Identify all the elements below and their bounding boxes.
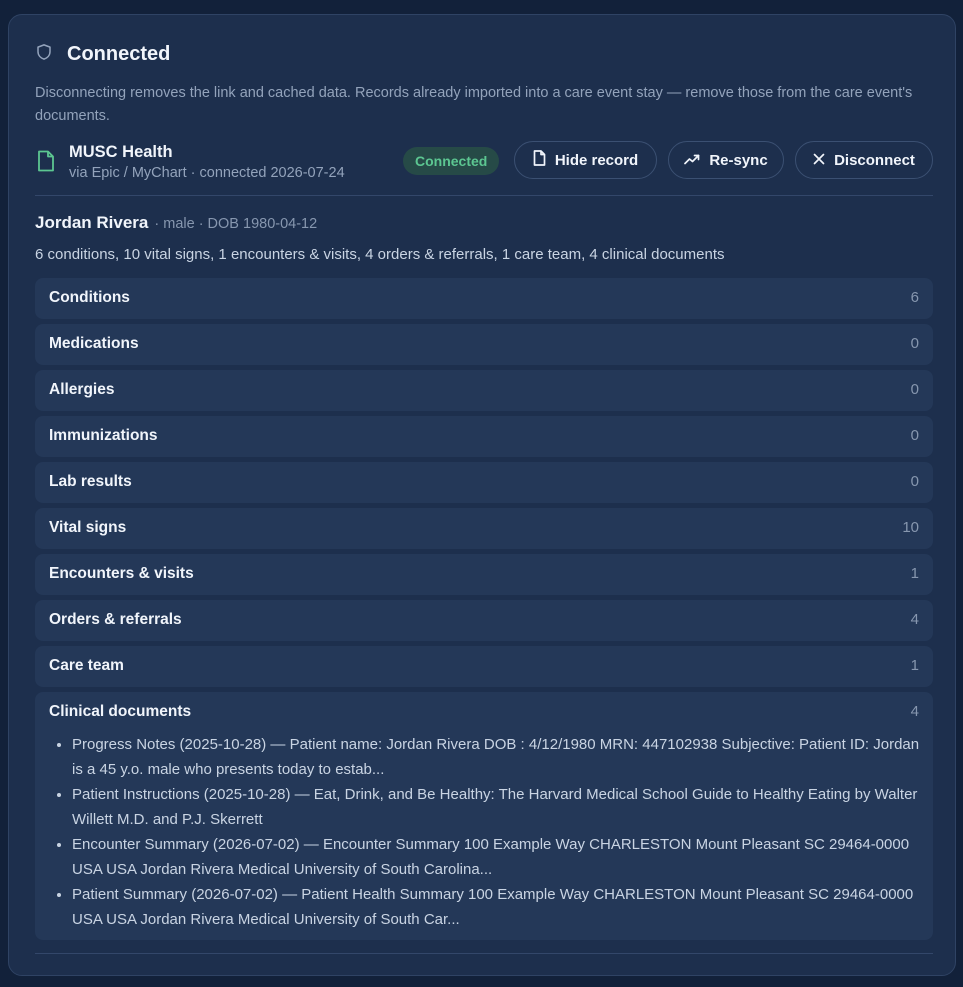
section-vital-signs[interactable]: Vital signs 10 [35, 508, 933, 549]
patient-name: Jordan Rivera [35, 213, 149, 232]
section-count: 10 [902, 519, 919, 536]
section-label: Orders & referrals [49, 611, 182, 628]
patient-row: Jordan Rivera · male · DOB 1980-04-12 [35, 213, 317, 233]
section-count: 1 [910, 657, 919, 674]
section-medications[interactable]: Medications 0 [35, 324, 933, 365]
close-icon [813, 152, 825, 169]
hide-record-label: Hide record [554, 151, 639, 169]
record-summary: 6 conditions, 10 vital signs, 1 encounte… [35, 246, 725, 263]
section-count: 0 [910, 473, 919, 490]
disconnect-button[interactable]: Disconnect [795, 141, 933, 179]
resync-label: Re-sync [709, 151, 768, 169]
source-subtitle: via Epic / MyChart · connected 2026-07-2… [69, 165, 345, 181]
divider [35, 195, 933, 196]
section-label: Medications [49, 335, 139, 352]
list-item: Patient Instructions (2025-10-28) — Eat,… [72, 782, 934, 832]
section-immunizations[interactable]: Immunizations 0 [35, 416, 933, 457]
resync-button[interactable]: Re-sync [668, 141, 784, 179]
divider [35, 953, 933, 954]
section-count: 4 [910, 611, 919, 628]
patient-meta: · male · DOB 1980-04-12 [154, 216, 318, 232]
section-clinical-documents[interactable]: Clinical documents 4 Progress Notes (202… [35, 692, 933, 940]
section-count: 0 [910, 427, 919, 444]
source-row: MUSC Health via Epic / MyChart · connect… [35, 141, 933, 183]
section-count: 0 [910, 335, 919, 352]
section-count: 6 [910, 289, 919, 306]
source-name: MUSC Health [69, 143, 173, 161]
section-allergies[interactable]: Allergies 0 [35, 370, 933, 411]
document-icon [533, 150, 546, 170]
section-label: Vital signs [49, 519, 127, 536]
trend-line-icon [684, 152, 700, 169]
section-count: 4 [910, 703, 919, 720]
clinical-documents-list: Progress Notes (2025-10-28) — Patient na… [49, 732, 934, 932]
list-item: Encounter Summary (2026-07-02) — Encount… [72, 832, 934, 882]
card-title: Connected [67, 43, 171, 65]
section-care-team[interactable]: Care team 1 [35, 646, 933, 687]
section-label: Immunizations [49, 427, 158, 444]
section-count: 0 [910, 381, 919, 398]
section-conditions[interactable]: Conditions 6 [35, 278, 933, 319]
section-count: 1 [910, 565, 919, 582]
section-label: Conditions [49, 289, 130, 306]
shield-icon [35, 43, 53, 66]
section-orders-referrals[interactable]: Orders & referrals 4 [35, 600, 933, 641]
list-item: Patient Summary (2026-07-02) — Patient H… [72, 882, 934, 932]
section-encounters-visits[interactable]: Encounters & visits 1 [35, 554, 933, 595]
document-icon [37, 150, 55, 177]
section-label: Care team [49, 657, 124, 674]
list-item: Progress Notes (2025-10-28) — Patient na… [72, 732, 934, 782]
card-header: Connected [35, 43, 170, 66]
section-label: Encounters & visits [49, 565, 194, 582]
section-label: Allergies [49, 381, 115, 398]
section-label: Lab results [49, 473, 132, 490]
status-badge: Connected [403, 147, 500, 175]
section-lab-results[interactable]: Lab results 0 [35, 462, 933, 503]
hide-record-button[interactable]: Hide record [514, 141, 657, 179]
connection-card: Connected Disconnecting removes the link… [8, 14, 956, 976]
disconnect-description: Disconnecting removes the link and cache… [35, 85, 913, 124]
disconnect-label: Disconnect [834, 151, 915, 169]
section-label: Clinical documents [49, 703, 192, 720]
